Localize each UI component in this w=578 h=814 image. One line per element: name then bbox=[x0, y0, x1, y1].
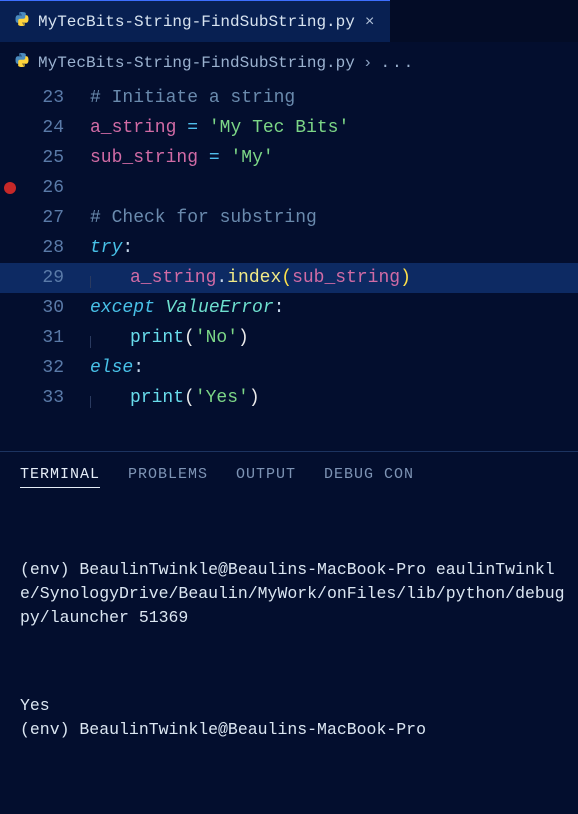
code-content: print('No') bbox=[90, 323, 249, 353]
python-file-icon bbox=[14, 11, 30, 33]
code-content: else: bbox=[90, 353, 144, 383]
code-line[interactable]: 25sub_string = 'My' bbox=[0, 143, 578, 173]
breadcrumb-more[interactable]: ... bbox=[380, 54, 415, 72]
code-line[interactable]: 31print('No') bbox=[0, 323, 578, 353]
panel-tab-problems[interactable]: PROBLEMS bbox=[128, 466, 208, 488]
line-number[interactable]: 25 bbox=[0, 143, 90, 173]
tab-label: MyTecBits-String-FindSubString.py bbox=[38, 13, 355, 31]
code-line[interactable]: 23# Initiate a string bbox=[0, 83, 578, 113]
terminal-line: Yes (env) BeaulinTwinkle@Beaulins-MacBoo… bbox=[20, 694, 568, 742]
terminal-output[interactable]: (env) BeaulinTwinkle@Beaulins-MacBook-Pr… bbox=[0, 496, 578, 814]
breadcrumb[interactable]: MyTecBits-String-FindSubString.py › ... bbox=[0, 42, 578, 79]
code-content: # Check for substring bbox=[90, 203, 317, 233]
panel-tabs: TERMINAL PROBLEMS OUTPUT DEBUG CON bbox=[0, 452, 578, 496]
code-line[interactable]: 33print('Yes') bbox=[0, 383, 578, 413]
close-icon[interactable]: × bbox=[363, 13, 377, 31]
tab-bar: MyTecBits-String-FindSubString.py × bbox=[0, 0, 578, 42]
code-content: print('Yes') bbox=[90, 383, 260, 413]
code-editor[interactable]: 23# Initiate a string24a_string = 'My Te… bbox=[0, 79, 578, 451]
python-file-icon bbox=[14, 52, 30, 73]
line-number[interactable]: 30 bbox=[0, 293, 90, 323]
line-number[interactable]: 24 bbox=[0, 113, 90, 143]
bottom-panel: TERMINAL PROBLEMS OUTPUT DEBUG CON (env) Be… bbox=[0, 451, 578, 814]
code-line[interactable]: 24a_string = 'My Tec Bits' bbox=[0, 113, 578, 143]
code-line[interactable]: 29a_string.index(sub_string) bbox=[0, 263, 578, 293]
code-content: except ValueError: bbox=[90, 293, 284, 323]
panel-tab-output[interactable]: OUTPUT bbox=[236, 466, 296, 488]
code-content: sub_string = 'My' bbox=[90, 143, 274, 173]
line-number[interactable]: 31 bbox=[0, 323, 90, 353]
code-content: a_string = 'My Tec Bits' bbox=[90, 113, 349, 143]
code-content: # Initiate a string bbox=[90, 83, 295, 113]
line-number[interactable]: 28 bbox=[0, 233, 90, 263]
line-number[interactable]: 26 bbox=[0, 173, 90, 203]
code-line[interactable]: 32else: bbox=[0, 353, 578, 383]
panel-tab-terminal[interactable]: TERMINAL bbox=[20, 466, 100, 488]
code-line[interactable]: 26 bbox=[0, 173, 578, 203]
line-number[interactable]: 32 bbox=[0, 353, 90, 383]
code-line[interactable]: 30except ValueError: bbox=[0, 293, 578, 323]
line-number[interactable]: 27 bbox=[0, 203, 90, 233]
editor-tab[interactable]: MyTecBits-String-FindSubString.py × bbox=[0, 0, 390, 42]
line-number[interactable]: 33 bbox=[0, 383, 90, 413]
code-line[interactable]: 27# Check for substring bbox=[0, 203, 578, 233]
line-number[interactable]: 23 bbox=[0, 83, 90, 113]
code-line[interactable]: 28try: bbox=[0, 233, 578, 263]
terminal-line: (env) BeaulinTwinkle@Beaulins-MacBook-Pr… bbox=[20, 558, 568, 630]
code-content: a_string.index(sub_string) bbox=[90, 263, 411, 293]
chevron-right-icon: › bbox=[363, 54, 373, 72]
panel-tab-debug-con[interactable]: DEBUG CON bbox=[324, 466, 414, 488]
line-number[interactable]: 29 bbox=[0, 263, 90, 293]
code-content: try: bbox=[90, 233, 133, 263]
breakpoint-icon[interactable] bbox=[4, 182, 16, 194]
breadcrumb-label: MyTecBits-String-FindSubString.py bbox=[38, 54, 355, 72]
